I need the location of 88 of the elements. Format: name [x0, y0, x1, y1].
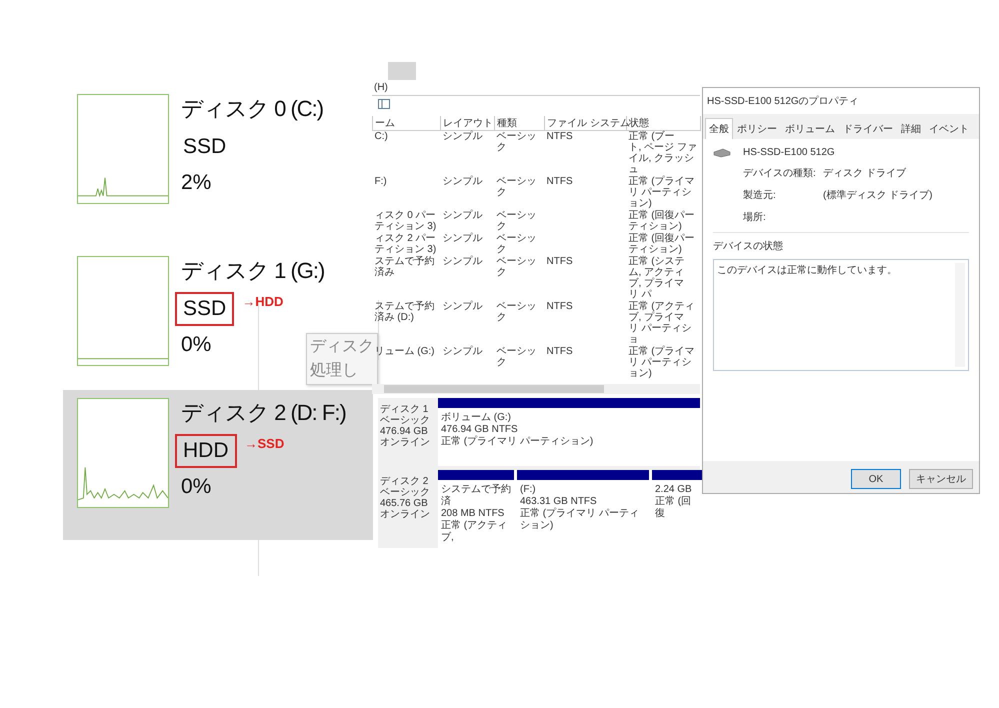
tab[interactable]: ポリシー	[733, 118, 781, 139]
field-label: 製造元:	[743, 188, 777, 202]
tab[interactable]: ボリューム	[781, 118, 839, 139]
table-cell-text: シンプル	[442, 346, 484, 359]
disk-list-item[interactable]: ディスク 2 (D: F:) HDD →SSD 0%	[63, 390, 373, 540]
column-header[interactable]: 種類	[494, 116, 544, 130]
disk-name: ディスク 1	[380, 404, 430, 415]
disk-type: SSD	[175, 292, 234, 326]
disk-usage: 2%	[181, 170, 212, 196]
table-cell-text: 正常 (プライマリ パーティション)	[628, 176, 696, 210]
cancel-button[interactable]: キャンセル	[909, 469, 973, 489]
field-label: 場所:	[743, 210, 767, 224]
tab[interactable]: ドライバー	[839, 118, 897, 139]
window-title: HS-SSD-E100 512Gのプロパティ	[706, 94, 860, 109]
partition-text: 208 MB NTFS	[441, 508, 506, 520]
status-text-box[interactable]: このデバイスは正常に動作しています。	[713, 259, 969, 371]
table-cell-text: 正常 (回復パーティション)	[628, 233, 696, 256]
table-cell-text: ベーシック	[496, 176, 538, 200]
field-label: デバイスの種類:	[743, 166, 817, 180]
partition-text: 正常 (プライマリ パーティション)	[441, 436, 594, 448]
tooltip-text: ディスク	[310, 337, 374, 357]
partition-text: (F:)	[520, 484, 537, 496]
disk-size: 465.76 GB	[380, 498, 429, 509]
partition-text: 463.31 GB NTFS	[520, 496, 598, 508]
field-value: ディスク ドライブ	[823, 166, 906, 180]
table-cell-text: リューム (G:)	[374, 346, 436, 359]
disk-title: ディスク 1 (G:)	[181, 257, 324, 285]
table-cell: ステムで予約済み	[372, 256, 440, 301]
partition-text: 2.24 GB	[655, 484, 693, 496]
table-cell-text: NTFS	[546, 176, 574, 189]
table-cell-text: NTFS	[546, 301, 574, 314]
disk-title: ディスク 0 (C:)	[181, 95, 324, 123]
table-cell-text: ベーシック	[496, 346, 538, 370]
disk-type: SSD	[182, 134, 228, 160]
table-cell: シンプル	[440, 210, 494, 233]
device-name: HS-SSD-E100 512G	[743, 147, 835, 158]
table-cell-text: NTFS	[546, 256, 574, 269]
disk-type: ベーシック	[380, 415, 431, 426]
disk-status: オンライン	[380, 437, 431, 448]
table-cell: ベーシック	[494, 130, 544, 176]
tab[interactable]: イベント	[925, 118, 973, 139]
group-label: デバイスの状態	[713, 240, 784, 253]
table-cell-text: ベーシック	[496, 301, 538, 325]
table-cell: 正常 (ブート, ページ ファイル, クラッシュ	[626, 130, 700, 176]
table-cell: シンプル	[440, 176, 494, 210]
status-text: このデバイスは正常に動作しています。	[717, 264, 897, 278]
table-cell-text: ィスク 2 パーティション 3)	[374, 233, 438, 256]
column-header[interactable]: レイアウト	[440, 116, 494, 130]
disk-status: オンライン	[380, 509, 431, 520]
table-cell-text: ベーシック	[496, 233, 538, 256]
partition-text: システムで予約済	[441, 484, 511, 508]
table-cell: C:)	[372, 130, 440, 176]
disk-type: HDD	[175, 434, 236, 468]
disk-name: ディスク 2	[380, 476, 430, 487]
table-cell-text: 正常 (プライマリ パーティション)	[628, 346, 696, 380]
menu-item[interactable]: (H)	[372, 80, 700, 96]
table-cell-text: NTFS	[546, 346, 574, 359]
disk-type: ベーシック	[380, 487, 431, 498]
tooltip-text: 処理し	[310, 361, 359, 381]
partition-text: 正常 (アクティブ,	[441, 520, 508, 544]
table-cell: NTFS	[544, 130, 626, 176]
disk-title: ディスク 2 (D: F:)	[181, 399, 346, 427]
table-cell-text: ベーシック	[496, 256, 538, 280]
table-cell-text: ィスク 0 パーティション 3)	[374, 210, 438, 233]
ok-button[interactable]: OK	[851, 469, 901, 489]
tab[interactable]: 全般	[705, 118, 733, 139]
table-cell-text: ベーシック	[496, 210, 538, 233]
annotation-text: →SSD	[244, 436, 284, 451]
table-cell-text: 正常 (回復パーティション)	[628, 210, 696, 232]
table-cell-text: 正常 (システム, アクティブ, プライマリ パ	[628, 256, 686, 300]
table-cell-text: F:)	[374, 176, 388, 189]
partition-text: 正常 (プライマリ パーティション)	[520, 508, 640, 532]
column-header[interactable]: ーム	[372, 116, 440, 130]
partition-text: ボリューム (G:)	[441, 412, 512, 424]
annotation-text: →HDD	[242, 294, 284, 309]
table-cell-text: 正常 (アクティブ, プライマリ パーティショ	[628, 301, 696, 346]
disk-size: 476.94 GB	[380, 426, 429, 437]
field-value: (標準ディスク ドライブ)	[823, 188, 932, 202]
table-cell: シンプル	[440, 256, 494, 301]
table-cell: シンプル	[440, 130, 494, 176]
partition-text: 476.94 GB NTFS	[441, 424, 519, 436]
disk-usage: 0%	[181, 474, 212, 500]
table-cell: シンプル	[440, 301, 494, 346]
partition-text: 正常 (回復	[655, 496, 692, 520]
disk-usage: 0%	[181, 332, 212, 358]
table-cell-text: ステムで予約済み (D:)	[374, 301, 436, 325]
tab[interactable]: 詳細	[897, 118, 925, 139]
table-cell: シンプル	[440, 233, 494, 256]
